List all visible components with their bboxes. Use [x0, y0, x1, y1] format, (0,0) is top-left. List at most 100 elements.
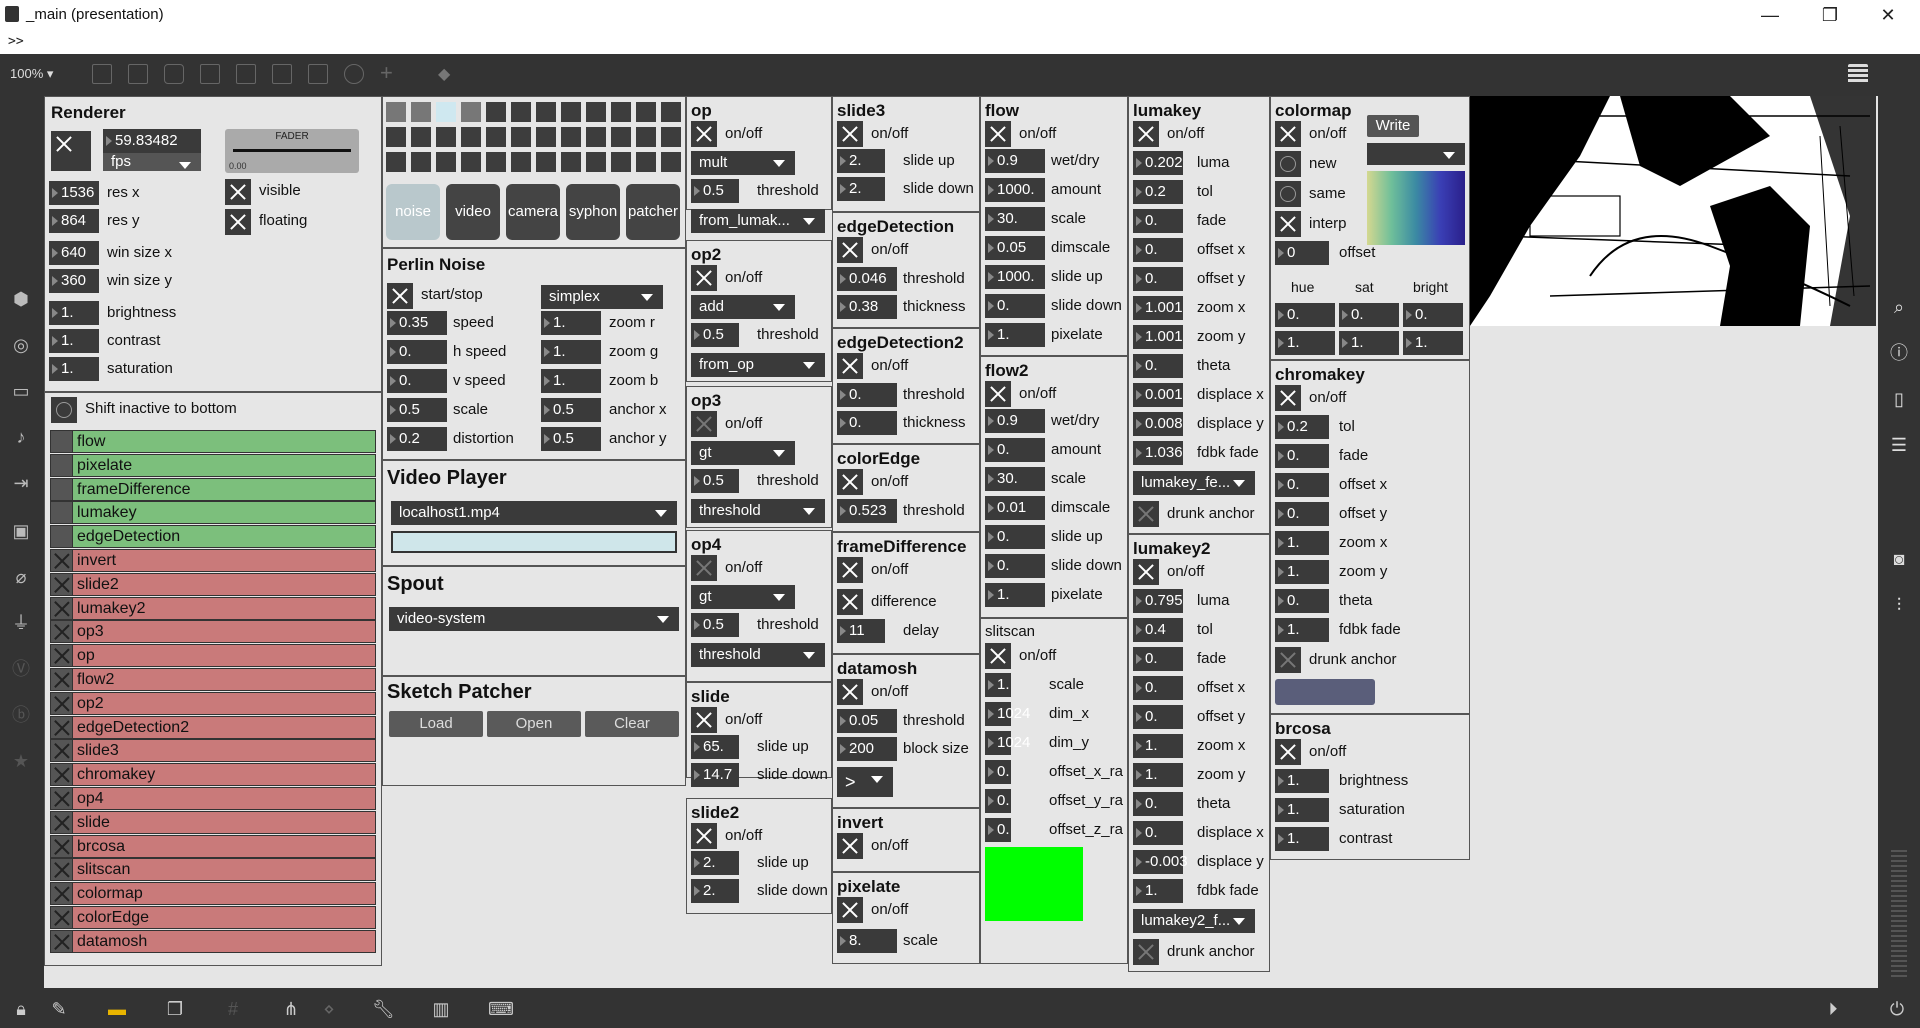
effect-checkbox[interactable]	[51, 597, 73, 619]
flow-pixelate-number[interactable]: 1.	[985, 323, 1045, 347]
edge2-threshold-number[interactable]: 0.	[837, 383, 897, 407]
minimize-icon[interactable]: —	[1750, 2, 1790, 28]
lumakey2-zoom-y-number[interactable]: 1.	[1133, 763, 1183, 787]
perlin-zoom-g-number[interactable]: 1.	[541, 340, 601, 364]
slitscan-onoff-toggle[interactable]	[985, 643, 1011, 669]
effect-inactive-colorEdge[interactable]: colorEdge	[50, 906, 376, 929]
pixelate-onoff-toggle[interactable]	[837, 897, 863, 923]
effect-inactive-datamosh[interactable]: datamosh	[50, 929, 376, 953]
colormap-r2-number[interactable]: 1.	[1403, 331, 1463, 355]
thumbnail-slot[interactable]	[636, 102, 656, 122]
shift-inactive-toggle[interactable]	[51, 397, 77, 423]
effect-inactive-slide2[interactable]: slide2	[50, 572, 376, 596]
flow2-slide-down-number[interactable]: 0.	[985, 554, 1045, 578]
pixelate-scale-number[interactable]: 8.	[837, 929, 897, 953]
effect-inactive-slitscan[interactable]: slitscan	[50, 858, 376, 882]
lumakey2-theta-number[interactable]: 0.	[1133, 792, 1183, 816]
colormap-r1-number[interactable]: 0.	[1403, 303, 1463, 327]
brcosa-contrast-number[interactable]: 1.	[1275, 827, 1329, 851]
flow2-slide-up-number[interactable]: 0.	[985, 525, 1045, 549]
effect-checkbox[interactable]	[51, 573, 73, 595]
invert-onoff-toggle[interactable]	[837, 833, 863, 859]
info-icon[interactable]: ⓘ	[1888, 342, 1910, 364]
perlin-distortion-number[interactable]: 0.2	[387, 427, 447, 451]
render-toggle[interactable]	[51, 131, 91, 171]
op-onoff-toggle[interactable]	[691, 121, 717, 147]
plus-icon[interactable]: +	[380, 62, 400, 84]
thumbnail-slot[interactable]	[511, 127, 531, 147]
perlin-mode-select[interactable]: simplex	[541, 285, 663, 309]
list-icon[interactable]: ☰	[1888, 434, 1910, 456]
floating-toggle[interactable]	[225, 209, 251, 235]
thumbnail-slot[interactable]	[386, 102, 406, 122]
effect-active-pixelate[interactable]: pixelate	[50, 453, 376, 477]
datamosh-threshold-number[interactable]: 0.05	[837, 709, 897, 733]
slide2-slide-up-number[interactable]: 2.	[691, 851, 739, 875]
lumakey-displace-x-number[interactable]: 0.001	[1133, 383, 1183, 407]
b-icon[interactable]: ⓑ	[10, 704, 32, 726]
effect-active-flow[interactable]: flow	[50, 430, 376, 453]
effect-checkbox[interactable]	[51, 930, 73, 952]
colormap-new-toggle[interactable]	[1275, 151, 1301, 177]
thumbnail-slot[interactable]	[436, 152, 456, 172]
op4-source-select[interactable]: threshold	[691, 643, 825, 667]
datamosh-onoff-toggle[interactable]	[837, 679, 863, 705]
thumbnail-slot[interactable]	[536, 152, 556, 172]
op3-source-select[interactable]: threshold	[691, 499, 825, 523]
chromakey-onoff-toggle[interactable]	[1275, 385, 1301, 411]
colormap-write-button[interactable]: Write	[1367, 115, 1419, 137]
brcosa-brightness-number[interactable]: 1.	[1275, 769, 1329, 793]
op4-onoff-toggle[interactable]	[691, 555, 717, 581]
thumbnail-slot[interactable]	[461, 102, 481, 122]
thumbnail-slot[interactable]	[411, 102, 431, 122]
transport-icon[interactable]: ⏵	[1822, 998, 1844, 1020]
toggle-icon[interactable]	[200, 64, 220, 84]
op-threshold-number[interactable]: 0.5	[691, 179, 739, 203]
visible-toggle[interactable]	[225, 179, 251, 205]
thumbnail-slot[interactable]	[536, 127, 556, 147]
lumakey2-displace-x-number[interactable]: 0.	[1133, 821, 1183, 845]
thumbnail-slot[interactable]	[536, 102, 556, 122]
thumbnail-slot[interactable]	[561, 152, 581, 172]
framediff-onoff-toggle[interactable]	[837, 557, 863, 583]
slitscan-dim_x-number[interactable]: 1024	[985, 702, 1030, 726]
saturation-number[interactable]: 1.	[49, 357, 99, 381]
edge2-thickness-number[interactable]: 0.	[837, 411, 897, 435]
presentation-mode-icon[interactable]: ▬	[106, 998, 128, 1020]
source-button-patcher[interactable]: patcher	[626, 184, 680, 240]
colormap-r1-number[interactable]: 0.	[1339, 303, 1399, 327]
slitscan-offset_y_ra-number[interactable]: 0.	[985, 789, 1011, 813]
effect-inactive-lumakey2[interactable]: lumakey2	[50, 596, 376, 620]
flow-onoff-toggle[interactable]	[985, 121, 1011, 147]
lumakey-offset-y-number[interactable]: 0.	[1133, 267, 1183, 291]
lumakey-displace-y-number[interactable]: 0.008	[1133, 412, 1183, 436]
colormap-preset-select[interactable]	[1367, 143, 1465, 165]
effect-inactive-edgeDetection2[interactable]: edgeDetection2	[50, 715, 376, 739]
effect-active-lumakey[interactable]: lumakey	[50, 501, 376, 525]
source-button-camera[interactable]: camera	[506, 184, 560, 240]
lumakey-drunk-toggle[interactable]	[1133, 501, 1159, 527]
effect-checkbox[interactable]	[51, 478, 73, 500]
thumbnail-slot[interactable]	[586, 152, 606, 172]
thumbnail-slot[interactable]	[386, 127, 406, 147]
op3-onoff-toggle[interactable]	[691, 411, 717, 437]
button-icon[interactable]	[236, 64, 256, 84]
effect-checkbox[interactable]	[51, 740, 73, 762]
flow2-dimscale-number[interactable]: 0.01	[985, 496, 1045, 520]
perlin-zoom-r-number[interactable]: 1.	[541, 311, 601, 335]
perlin-anchor-x-number[interactable]: 0.5	[541, 398, 601, 422]
op-mode-select[interactable]: mult	[691, 151, 795, 175]
video-file-select[interactable]: localhost1.mp4	[391, 501, 677, 525]
effect-inactive-slide[interactable]: slide	[50, 810, 376, 834]
lumakey2-onoff-toggle[interactable]	[1133, 559, 1159, 585]
thumbnail-slot[interactable]	[611, 102, 631, 122]
effect-inactive-chromakey[interactable]: chromakey	[50, 763, 376, 787]
effect-checkbox[interactable]	[51, 883, 73, 905]
slide2-slide-down-number[interactable]: 2.	[691, 879, 739, 903]
lumakey2-displace-y-number[interactable]: -0.003	[1133, 850, 1188, 874]
lumakey-onoff-toggle[interactable]	[1133, 121, 1159, 147]
op3-mode-select[interactable]: gt	[691, 441, 795, 465]
command-bar[interactable]: >>	[0, 30, 1920, 54]
grid-view-icon[interactable]	[1848, 64, 1868, 84]
source-button-noise[interactable]: noise	[386, 184, 440, 240]
